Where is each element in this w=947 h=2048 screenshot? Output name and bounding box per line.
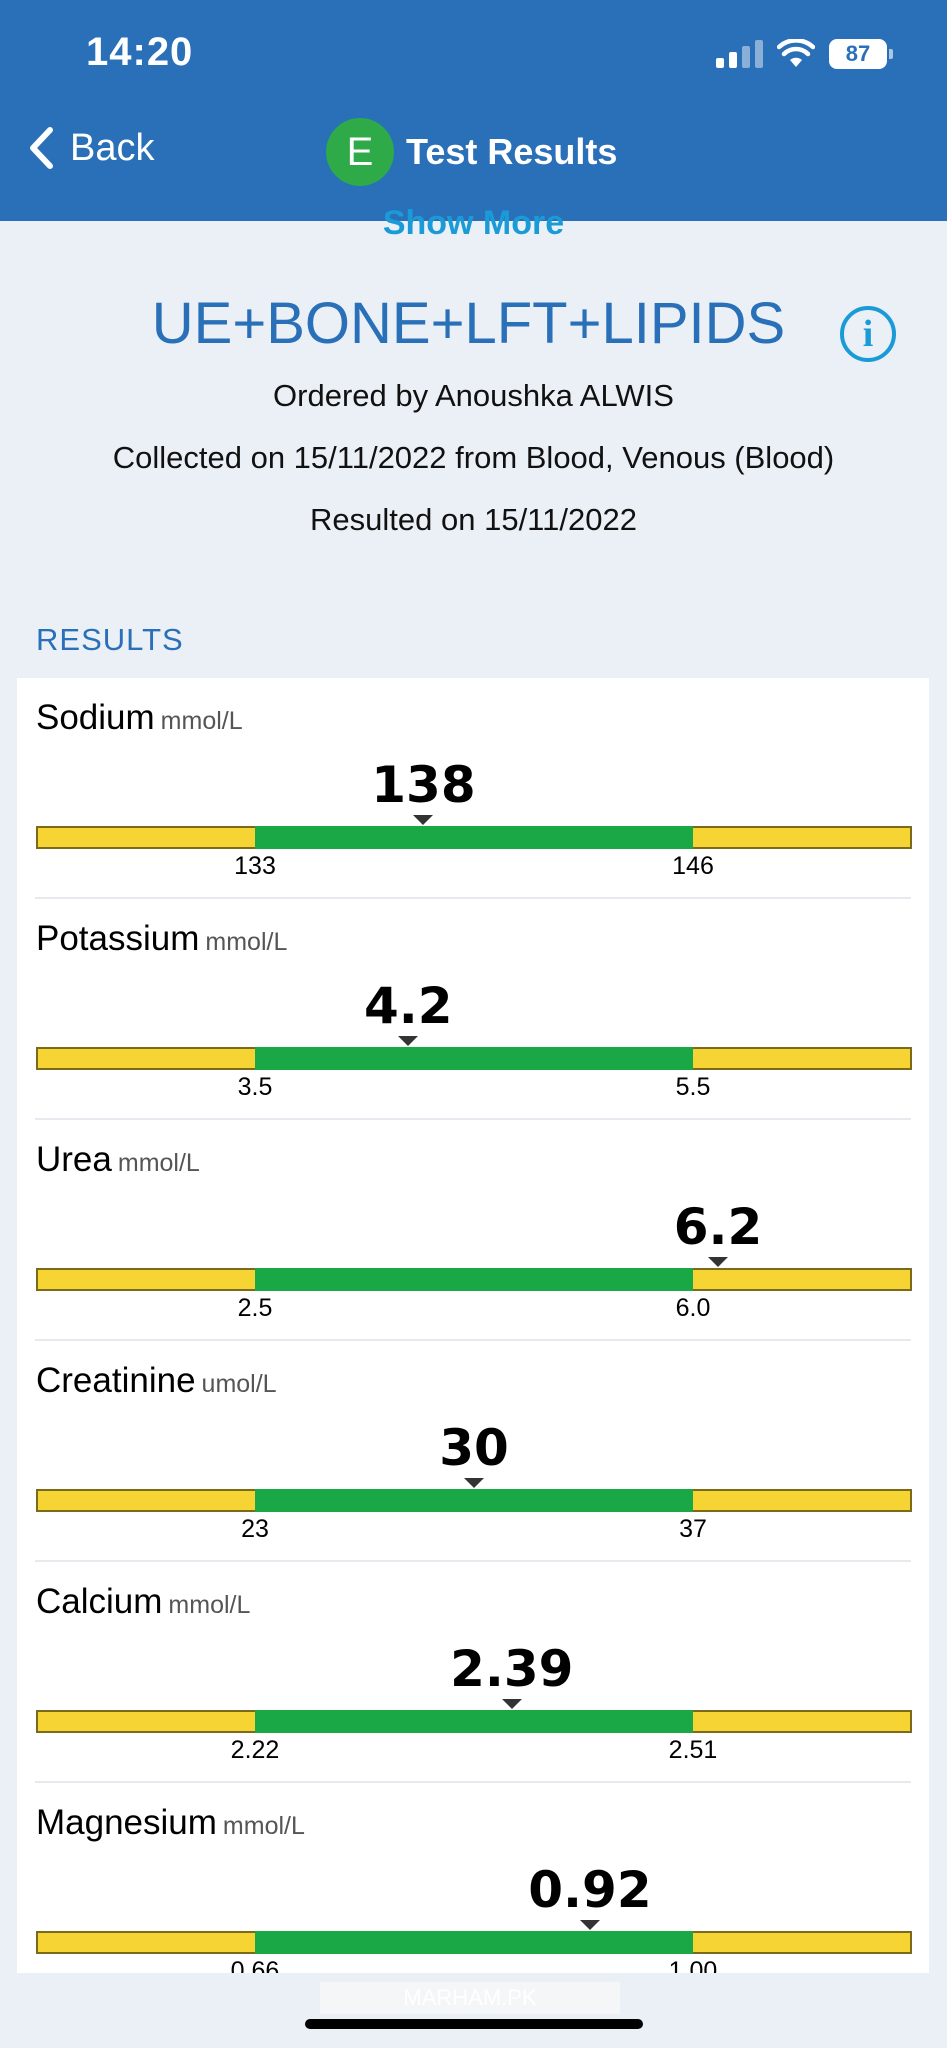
top-bar: 14:20 87 Back E Test Results [0, 0, 947, 221]
result-name-text: Calcium [36, 1582, 163, 1621]
range-high-label: 6.0 [675, 1294, 711, 1322]
result-row-sodium[interactable]: Sodium mmol/L 138 133 146 [17, 678, 929, 899]
value-marker-icon [464, 1478, 484, 1488]
result-unit: mmol/L [160, 707, 243, 735]
test-name: UE+BONE+LFT+LIPIDS [0, 290, 947, 357]
range-bar [36, 1268, 912, 1291]
result-name-text: Magnesium [36, 1803, 217, 1842]
value-marker-icon [398, 1036, 419, 1046]
range-high-label: 37 [679, 1515, 707, 1543]
chevron-left-icon [30, 127, 53, 169]
normal-range-segment [255, 1931, 693, 1954]
battery-icon: 87 [829, 39, 893, 69]
result-value: 2.39 [450, 1640, 574, 1698]
range-low-label: 3.5 [237, 1073, 273, 1101]
result-row-potassium[interactable]: Potassium mmol/L 4.2 3.5 5.5 [17, 899, 929, 1120]
result-row-creatinine[interactable]: Creatinine umol/L 30 23 37 [17, 1341, 929, 1562]
result-name: Potassium mmol/L [36, 919, 287, 959]
normal-range-segment [255, 1489, 693, 1512]
result-name: Creatinine umol/L [36, 1361, 277, 1401]
range-low-label: 23 [241, 1515, 269, 1543]
range-low-label: 2.22 [230, 1736, 280, 1764]
value-marker-icon [501, 1699, 522, 1709]
range-low-label: 2.5 [237, 1294, 273, 1322]
range-bar [36, 826, 912, 849]
range-high-label: 2.51 [668, 1736, 718, 1764]
result-row-calcium[interactable]: Calcium mmol/L 2.39 2.22 2.51 [17, 1562, 929, 1783]
result-name-text: Urea [36, 1140, 112, 1179]
back-label: Back [70, 126, 155, 169]
result-value: 6.2 [673, 1198, 763, 1256]
result-unit: mmol/L [168, 1591, 251, 1619]
result-unit: umol/L [201, 1370, 277, 1398]
result-name-text: Potassium [36, 919, 200, 958]
avatar[interactable]: E [326, 118, 394, 186]
result-value: 0.92 [528, 1861, 652, 1919]
result-name-text: Creatinine [36, 1361, 196, 1400]
show-more-link[interactable]: Show More [0, 196, 947, 236]
ordered-by: Ordered by Anoushka ALWIS [273, 378, 674, 413]
result-row-magnesium[interactable]: Magnesium mmol/L 0.92 0.66 1.00 [17, 1783, 929, 1973]
value-marker-icon [413, 815, 434, 825]
back-button[interactable]: Back [28, 126, 154, 170]
header-title-group: E Test Results [326, 118, 617, 186]
range-bar [36, 1931, 912, 1954]
range-bar [36, 1489, 912, 1512]
status-icons: 87 [716, 34, 893, 74]
results-card: Sodium mmol/L 138 133 146 Potassium mmol/L 4.2 3… [17, 678, 929, 1973]
result-name: Urea mmol/L [36, 1140, 200, 1180]
wifi-icon [777, 39, 815, 67]
range-low-label: 133 [234, 852, 276, 880]
show-more-label: Show More [382, 204, 565, 236]
value-marker-icon [708, 1257, 729, 1267]
result-value: 30 [439, 1419, 509, 1477]
range-high-label: 1.00 [668, 1957, 718, 1973]
normal-range-segment [255, 826, 693, 849]
home-indicator [305, 2019, 643, 2029]
normal-range-segment [255, 1047, 693, 1070]
range-high-label: 5.5 [675, 1073, 711, 1101]
range-low-label: 0.66 [230, 1957, 280, 1973]
result-name: Sodium mmol/L [36, 698, 243, 738]
collected-info: Collected on 15/11/2022 from Blood, Veno… [112, 440, 835, 475]
cellular-signal-icon [716, 40, 763, 68]
status-time: 14:20 [86, 30, 194, 74]
range-bar [36, 1047, 912, 1070]
value-marker-icon [579, 1920, 600, 1930]
range-high-label: 146 [672, 852, 714, 880]
result-unit: mmol/L [117, 1149, 200, 1177]
normal-range-segment [255, 1268, 693, 1291]
result-name-text: Sodium [36, 698, 155, 737]
footer-watermark: MARHAM.PK [320, 1982, 620, 2014]
results-section-label: RESULTS [36, 622, 184, 657]
range-bar [36, 1710, 912, 1733]
page-title: Test Results [406, 131, 618, 172]
result-value: 4.2 [364, 977, 453, 1035]
result-unit: mmol/L [222, 1812, 305, 1840]
result-name: Calcium mmol/L [36, 1582, 250, 1622]
result-value: 138 [371, 756, 476, 814]
result-unit: mmol/L [205, 928, 288, 956]
resulted-info: Resulted on 15/11/2022 [310, 502, 637, 537]
normal-range-segment [255, 1710, 693, 1733]
result-row-urea[interactable]: Urea mmol/L 6.2 2.5 6.0 [17, 1120, 929, 1341]
result-name: Magnesium mmol/L [36, 1803, 305, 1843]
test-name-text: UE+BONE+LFT+LIPIDS [151, 291, 786, 356]
info-icon[interactable]: i [840, 306, 896, 362]
